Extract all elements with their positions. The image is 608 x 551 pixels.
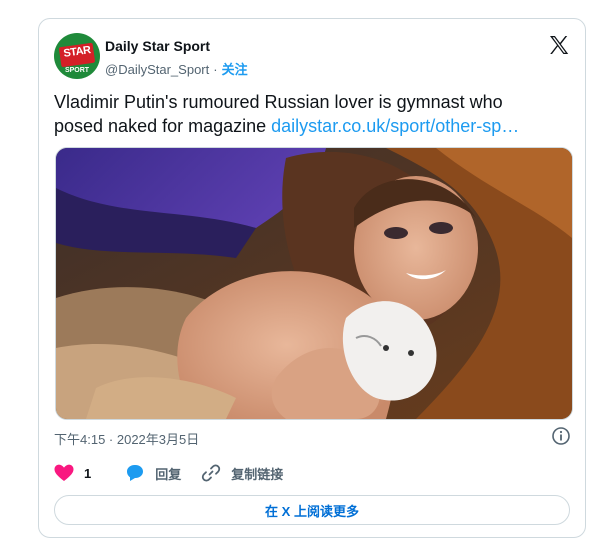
copy-link-label: 复制链接 bbox=[231, 466, 284, 482]
reply-button[interactable]: 回复 bbox=[125, 464, 181, 483]
read-more-button[interactable]: 在 X 上阅读更多 bbox=[54, 495, 570, 525]
embedded-tweet-card: STAR SPORT Daily Star Sport @DailyStar_S… bbox=[38, 18, 586, 538]
like-count: 1 bbox=[84, 465, 92, 481]
copy-link-button[interactable]: 复制链接 bbox=[201, 463, 283, 483]
account-handle[interactable]: @DailyStar_Sport bbox=[105, 62, 209, 77]
avatar[interactable]: STAR SPORT bbox=[54, 33, 100, 79]
heart-icon bbox=[54, 464, 74, 481]
follow-button[interactable]: 关注 bbox=[222, 62, 248, 77]
reply-bubble-icon bbox=[127, 465, 144, 481]
tweet-link[interactable]: dailystar.co.uk/sport/other-sp… bbox=[271, 116, 519, 136]
photo-illustration bbox=[56, 148, 572, 419]
x-logo-icon[interactable] bbox=[547, 33, 571, 57]
logo-subtext: SPORT bbox=[64, 67, 90, 74]
action-bar: 1 回复 复制链接 bbox=[54, 463, 303, 483]
separator: · bbox=[213, 62, 218, 77]
tweet-timestamp[interactable]: 下午4:15 · 2022年3月5日 bbox=[54, 429, 199, 448]
tweet-text: Vladimir Putin's rumoured Russian lover … bbox=[54, 90, 554, 138]
info-icon[interactable] bbox=[551, 426, 571, 446]
like-button[interactable]: 1 bbox=[54, 464, 91, 482]
link-icon bbox=[202, 464, 221, 482]
account-name[interactable]: Daily Star Sport bbox=[105, 38, 210, 54]
tweet-media-image[interactable] bbox=[55, 147, 573, 420]
handle-row: @DailyStar_Sport · 关注 bbox=[105, 59, 248, 78]
reply-label: 回复 bbox=[155, 466, 182, 482]
